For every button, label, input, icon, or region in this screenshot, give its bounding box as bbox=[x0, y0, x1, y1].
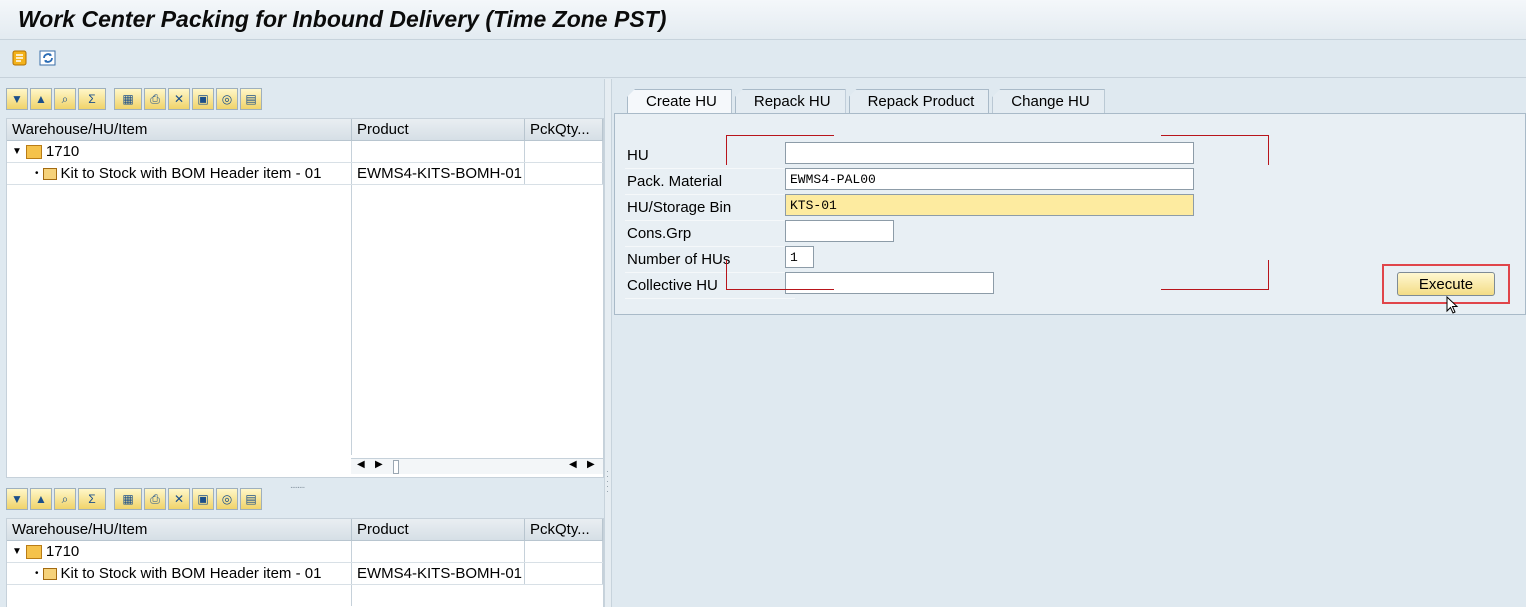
highlight-bracket-top-left bbox=[726, 135, 834, 165]
expand-all-icon[interactable]: ▼ bbox=[6, 488, 28, 510]
vertical-splitter[interactable]: · · · · · bbox=[604, 79, 612, 607]
tree-bullet-icon: • bbox=[35, 168, 39, 179]
product-cell bbox=[352, 541, 525, 562]
scroll-icon[interactable] bbox=[10, 48, 30, 68]
upper-grid: Warehouse/HU/Item Product PckQty... ▼ 17… bbox=[6, 118, 604, 478]
scroll-right-icon[interactable]: ▶ bbox=[375, 459, 383, 470]
highlight-bracket-bottom-right bbox=[1161, 260, 1269, 290]
left-pane: ▼ ▲ ⌕ Σ ▦ ⎙ ✕ ▣ ◎ ▤ Warehouse/HU/Item Pr… bbox=[0, 79, 604, 607]
tree-bullet-icon: • bbox=[35, 568, 39, 579]
column-header-pckqty[interactable]: PckQty... bbox=[525, 119, 603, 140]
hu-field[interactable] bbox=[785, 142, 1194, 164]
help-ring-icon[interactable]: ◎ bbox=[216, 88, 238, 110]
help-ring-icon[interactable]: ◎ bbox=[216, 488, 238, 510]
collapse-all-icon[interactable]: ▲ bbox=[30, 88, 52, 110]
execute-button[interactable]: Execute bbox=[1397, 272, 1495, 296]
scroll-thumb[interactable] bbox=[393, 460, 399, 474]
cons-grp-label: Cons.Grp bbox=[625, 221, 795, 247]
column-header-product[interactable]: Product bbox=[352, 119, 525, 140]
tree-row-warehouse[interactable]: ▼ 1710 bbox=[7, 541, 603, 563]
storage-bin-label: HU/Storage Bin bbox=[625, 195, 795, 221]
warehouse-label: 1710 bbox=[45, 143, 80, 160]
layout-icon[interactable]: ▦ bbox=[114, 488, 142, 510]
scroll-right-icon[interactable]: ▶ bbox=[587, 459, 595, 470]
lower-grid: Warehouse/HU/Item Product PckQty... ▼ 17… bbox=[6, 518, 604, 607]
cons-grp-field[interactable] bbox=[785, 220, 894, 242]
find-icon[interactable]: ⌕ bbox=[54, 88, 76, 110]
tab-strip: Create HU Repack HU Repack Product Chang… bbox=[627, 89, 1108, 113]
tab-create-hu[interactable]: Create HU bbox=[627, 89, 732, 113]
warehouse-icon bbox=[25, 144, 42, 159]
lower-grid-header: Warehouse/HU/Item Product PckQty... bbox=[7, 519, 603, 541]
layout-icon[interactable]: ▦ bbox=[114, 88, 142, 110]
highlight-bracket-bottom-left bbox=[726, 260, 834, 290]
print-icon[interactable]: ⎙ bbox=[144, 88, 166, 110]
pack-material-field[interactable]: EWMS4-PAL00 bbox=[785, 168, 1194, 190]
item-icon bbox=[42, 167, 57, 180]
splitter-grip[interactable]: · · · · · bbox=[606, 467, 609, 496]
scroll-left-icon[interactable]: ◀ bbox=[357, 459, 365, 470]
column-header-warehouse[interactable]: Warehouse/HU/Item bbox=[7, 519, 352, 540]
pack-material-label: Pack. Material bbox=[625, 169, 795, 195]
tab-repack-product[interactable]: Repack Product bbox=[848, 89, 990, 113]
warehouse-icon bbox=[25, 544, 42, 559]
horizontal-scrollbar[interactable]: ◀ ▶ ◀ ▶ bbox=[351, 458, 603, 474]
delete-icon[interactable]: ✕ bbox=[168, 88, 190, 110]
scroll-left-icon[interactable]: ◀ bbox=[569, 459, 577, 470]
tree-row-item[interactable]: • Kit to Stock with BOM Header item - 01… bbox=[7, 563, 603, 585]
qty-cell bbox=[525, 541, 603, 562]
qty-cell bbox=[525, 563, 603, 584]
page-title: Work Center Packing for Inbound Delivery… bbox=[18, 6, 667, 32]
find-icon[interactable]: ⌕ bbox=[54, 488, 76, 510]
tab-repack-hu[interactable]: Repack HU bbox=[734, 89, 846, 113]
unpack-icon[interactable]: ▤ bbox=[240, 88, 262, 110]
title-bar: Work Center Packing for Inbound Delivery… bbox=[0, 0, 1526, 40]
tree-expand-icon[interactable]: ▼ bbox=[12, 546, 22, 557]
column-header-pckqty[interactable]: PckQty... bbox=[525, 519, 603, 540]
column-header-warehouse[interactable]: Warehouse/HU/Item bbox=[7, 119, 352, 140]
qty-cell bbox=[525, 141, 603, 162]
item-label: Kit to Stock with BOM Header item - 01 bbox=[60, 565, 322, 582]
product-cell: EWMS4-KITS-BOMH-01 bbox=[352, 563, 525, 584]
expand-all-icon[interactable]: ▼ bbox=[6, 88, 28, 110]
warehouse-label: 1710 bbox=[45, 543, 80, 560]
tab-change-hu[interactable]: Change HU bbox=[992, 89, 1105, 113]
tree-row-warehouse[interactable]: ▼ 1710 bbox=[7, 141, 603, 163]
upper-grid-toolbar: ▼ ▲ ⌕ Σ ▦ ⎙ ✕ ▣ ◎ ▤ bbox=[6, 86, 262, 112]
highlight-bracket-top-right bbox=[1161, 135, 1269, 165]
pack-icon[interactable]: ▣ bbox=[192, 488, 214, 510]
item-label: Kit to Stock with BOM Header item - 01 bbox=[60, 165, 322, 182]
lower-grid-toolbar: ▼ ▲ ⌕ Σ ▦ ⎙ ✕ ▣ ◎ ▤ bbox=[6, 486, 262, 512]
splitter-grip[interactable]: ........ bbox=[290, 480, 305, 491]
unpack-icon[interactable]: ▤ bbox=[240, 488, 262, 510]
collapse-all-icon[interactable]: ▲ bbox=[30, 488, 52, 510]
delete-icon[interactable]: ✕ bbox=[168, 488, 190, 510]
sum-icon[interactable]: Σ bbox=[78, 88, 106, 110]
item-icon bbox=[42, 567, 57, 580]
sum-icon[interactable]: Σ bbox=[78, 488, 106, 510]
storage-bin-field[interactable]: KTS-01 bbox=[785, 194, 1194, 216]
right-pane: Create HU Repack HU Repack Product Chang… bbox=[612, 79, 1526, 607]
qty-cell bbox=[525, 163, 603, 184]
mouse-cursor-icon bbox=[1446, 295, 1460, 320]
product-cell: EWMS4-KITS-BOMH-01 bbox=[352, 163, 525, 184]
refresh-icon[interactable] bbox=[38, 48, 58, 68]
product-cell bbox=[352, 141, 525, 162]
pack-icon[interactable]: ▣ bbox=[192, 88, 214, 110]
upper-grid-header: Warehouse/HU/Item Product PckQty... bbox=[7, 119, 603, 141]
application-toolbar bbox=[0, 40, 1526, 78]
column-header-product[interactable]: Product bbox=[352, 519, 525, 540]
tree-expand-icon[interactable]: ▼ bbox=[12, 146, 22, 157]
print-icon[interactable]: ⎙ bbox=[144, 488, 166, 510]
tree-row-item[interactable]: • Kit to Stock with BOM Header item - 01… bbox=[7, 163, 603, 185]
